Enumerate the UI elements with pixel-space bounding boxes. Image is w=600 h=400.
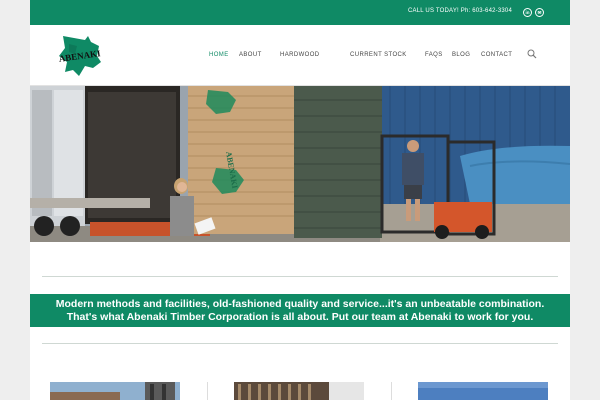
nav-hardwood[interactable]: HARDWOOD xyxy=(280,52,320,58)
section-divider xyxy=(42,343,558,344)
nav-current-stock[interactable]: CURRENT STOCK xyxy=(350,52,407,58)
feature-thumb-2[interactable] xyxy=(234,382,364,400)
feature-thumb-1[interactable] xyxy=(50,382,180,400)
feature-thumb-3[interactable] xyxy=(418,382,548,400)
thumb-separator xyxy=(207,382,208,400)
nav-faqs[interactable]: FAQS xyxy=(425,52,443,58)
nav-about[interactable]: ABOUT xyxy=(239,52,262,58)
linkedin-icon[interactable]: in xyxy=(523,8,532,17)
nav-contact[interactable]: CONTACT xyxy=(481,52,512,58)
nav-home[interactable]: HOME xyxy=(209,52,229,58)
slogan-band: Modern methods and facilities, old-fashi… xyxy=(30,294,570,327)
call-us-text: CALL US TODAY! Ph: 603-642-3304 xyxy=(407,8,512,14)
thumb-separator xyxy=(391,382,392,400)
email-icon[interactable]: ✉ xyxy=(535,8,544,17)
hero-image: ABENAKI xyxy=(30,86,570,242)
slogan-line-1: Modern methods and facilities, old-fashi… xyxy=(55,298,545,310)
section-divider xyxy=(42,276,558,277)
search-icon[interactable] xyxy=(527,49,537,59)
top-bar: CALL US TODAY! Ph: 603-642-3304 in ✉ xyxy=(30,0,570,25)
slogan-line-2: That's what Abenaki Timber Corporation i… xyxy=(66,311,534,323)
abenaki-logo[interactable]: ABENAKI xyxy=(55,32,105,80)
page: CALL US TODAY! Ph: 603-642-3304 in ✉ ABE… xyxy=(30,0,570,400)
site-header: ABENAKI HOME ABOUT HARDWOOD CURRENT STOC… xyxy=(30,25,570,86)
nav-blog[interactable]: BLOG xyxy=(452,52,470,58)
